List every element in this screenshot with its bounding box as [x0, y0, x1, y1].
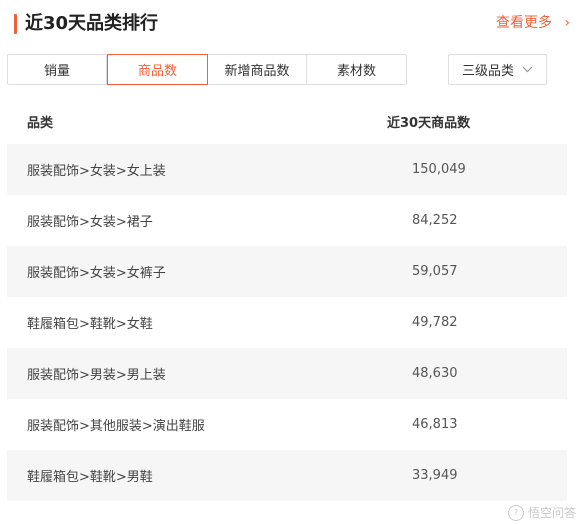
row-category: 服装配饰>其他服装>演出鞋服: [27, 419, 205, 434]
wukong-logo-icon: ?: [507, 504, 524, 521]
section-header: 近30天品类排行 查看更多 ›: [0, 0, 584, 48]
table-row[interactable]: 服装配饰>其他服装>演出鞋服 46,813: [7, 399, 567, 450]
row-category: 服装配饰>女装>女裤子: [27, 266, 166, 281]
chevron-right-icon[interactable]: ›: [564, 13, 570, 33]
category-ranking-table: 品类 近30天商品数 服装配饰>女装>女上装 150,049 服装配饰>女装>裙…: [7, 98, 567, 501]
row-count: 33,949: [412, 468, 458, 483]
page-title: 近30天品类排行: [25, 13, 159, 34]
column-header-count: 近30天商品数: [387, 115, 471, 131]
table-row[interactable]: 服装配饰>女装>裙子 84,252: [7, 195, 567, 246]
metric-tabs: 销量 商品数 新增商品数 素材数: [7, 54, 407, 85]
category-level-value: 三级品类: [461, 64, 514, 79]
watermark-text: 悟空问答: [527, 506, 576, 520]
column-header-category: 品类: [27, 115, 54, 131]
chevron-down-icon: [522, 63, 533, 76]
table-row[interactable]: 服装配饰>女装>女上装 150,049: [7, 144, 567, 195]
table-header: 品类 近30天商品数: [7, 98, 567, 144]
row-category: 鞋履箱包>鞋靴>女鞋: [27, 317, 153, 332]
row-count: 48,630: [412, 366, 458, 381]
table-row[interactable]: 服装配饰>男装>男上装 48,630: [7, 348, 567, 399]
row-count: 46,813: [412, 417, 458, 432]
tab-product-count[interactable]: 商品数: [107, 54, 208, 85]
row-category: 鞋履箱包>鞋靴>男鞋: [27, 470, 153, 485]
table-row[interactable]: 服装配饰>女装>女裤子 59,057: [7, 246, 567, 297]
table-row[interactable]: 鞋履箱包>鞋靴>男鞋 33,949: [7, 450, 567, 501]
view-more-link[interactable]: 查看更多: [496, 13, 552, 33]
row-count: 150,049: [412, 162, 466, 177]
row-category: 服装配饰>女装>裙子: [27, 215, 153, 230]
category-level-select[interactable]: 三级品类: [448, 54, 547, 85]
tab-material-count[interactable]: 素材数: [307, 55, 406, 84]
table-row[interactable]: 鞋履箱包>鞋靴>女鞋 49,782: [7, 297, 567, 348]
row-category: 服装配饰>女装>女上装: [27, 164, 166, 179]
row-count: 84,252: [412, 213, 458, 228]
row-count: 59,057: [412, 264, 458, 279]
row-count: 49,782: [412, 315, 458, 330]
watermark: ? 悟空问答: [507, 504, 576, 521]
tab-sales[interactable]: 销量: [8, 55, 107, 84]
tab-new-product-count[interactable]: 新增商品数: [208, 55, 307, 84]
row-category: 服装配饰>男装>男上装: [27, 368, 166, 383]
title-accent-bar: [14, 14, 17, 34]
